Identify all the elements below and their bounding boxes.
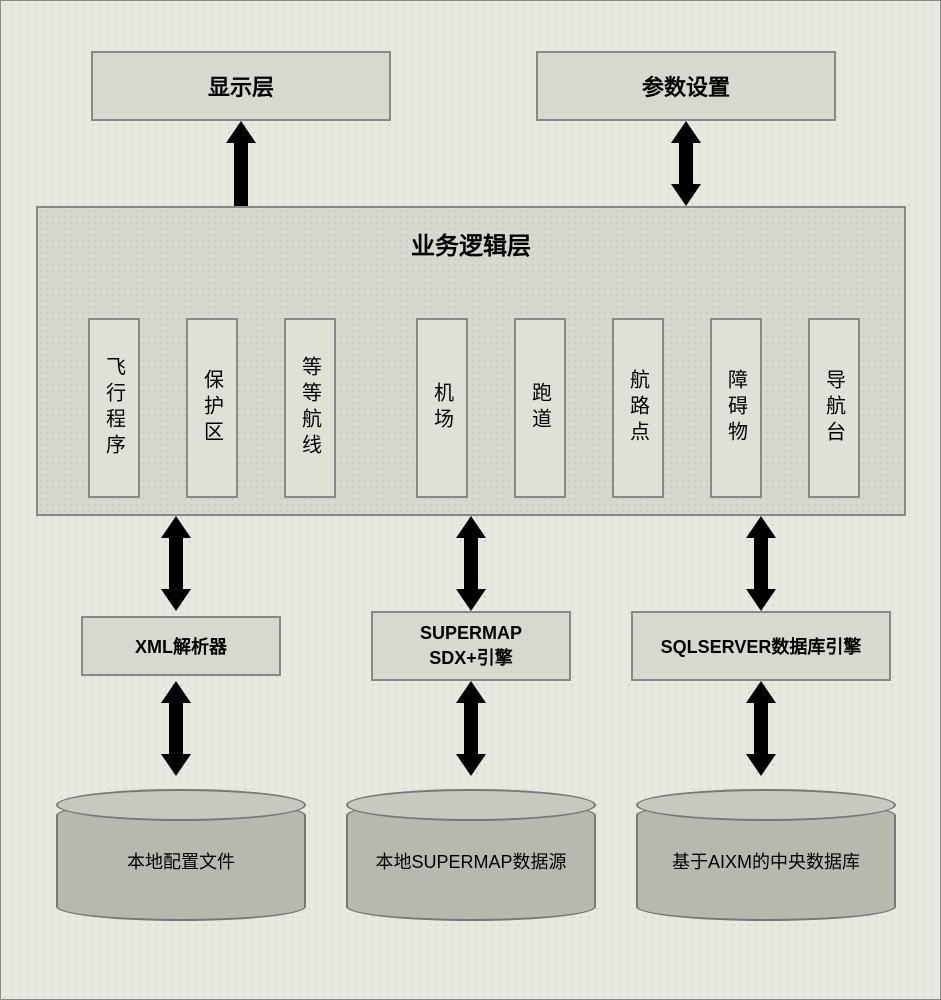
local-config-label: 本地配置文件 [127,848,235,874]
xml-parser-box: XML解析器 [81,616,281,676]
arrow-supermap-ds [456,681,486,776]
module-airport: 机场 [416,318,468,498]
diagram-canvas: 显示层 参数设置 业务逻辑层 飞行程序 保护区 等等航线 机场 跑道 航路点 障… [0,0,941,1000]
arrow-display-up [226,121,256,206]
module-etc-route: 等等航线 [284,318,336,498]
module-protection-area: 保护区 [186,318,238,498]
param-settings-box: 参数设置 [536,51,836,121]
business-logic-title: 业务逻辑层 [38,226,904,261]
aixm-db-label: 基于AIXM的中央数据库 [672,848,860,874]
module-waypoint: 航路点 [612,318,664,498]
arrow-logic-sqlserver [746,516,776,611]
arrow-params-bidir [671,121,701,206]
business-logic-layer: 业务逻辑层 飞行程序 保护区 等等航线 机场 跑道 航路点 障碍物 导航台 [36,206,906,516]
arrow-logic-supermap [456,516,486,611]
arrow-xml-config [161,681,191,776]
supermap-engine-box: SUPERMAP SDX+引擎 [371,611,571,681]
arrow-sqlserver-db [746,681,776,776]
local-supermap-store: 本地SUPERMAP数据源 [346,801,596,921]
aixm-db-store: 基于AIXM的中央数据库 [636,801,896,921]
module-obstacle: 障碍物 [710,318,762,498]
local-config-store: 本地配置文件 [56,801,306,921]
module-nav-station: 导航台 [808,318,860,498]
sqlserver-engine-box: SQLSERVER数据库引擎 [631,611,891,681]
module-runway: 跑道 [514,318,566,498]
display-layer-box: 显示层 [91,51,391,121]
arrow-logic-xml [161,516,191,611]
local-supermap-label: 本地SUPERMAP数据源 [375,848,566,874]
module-flight-procedure: 飞行程序 [88,318,140,498]
